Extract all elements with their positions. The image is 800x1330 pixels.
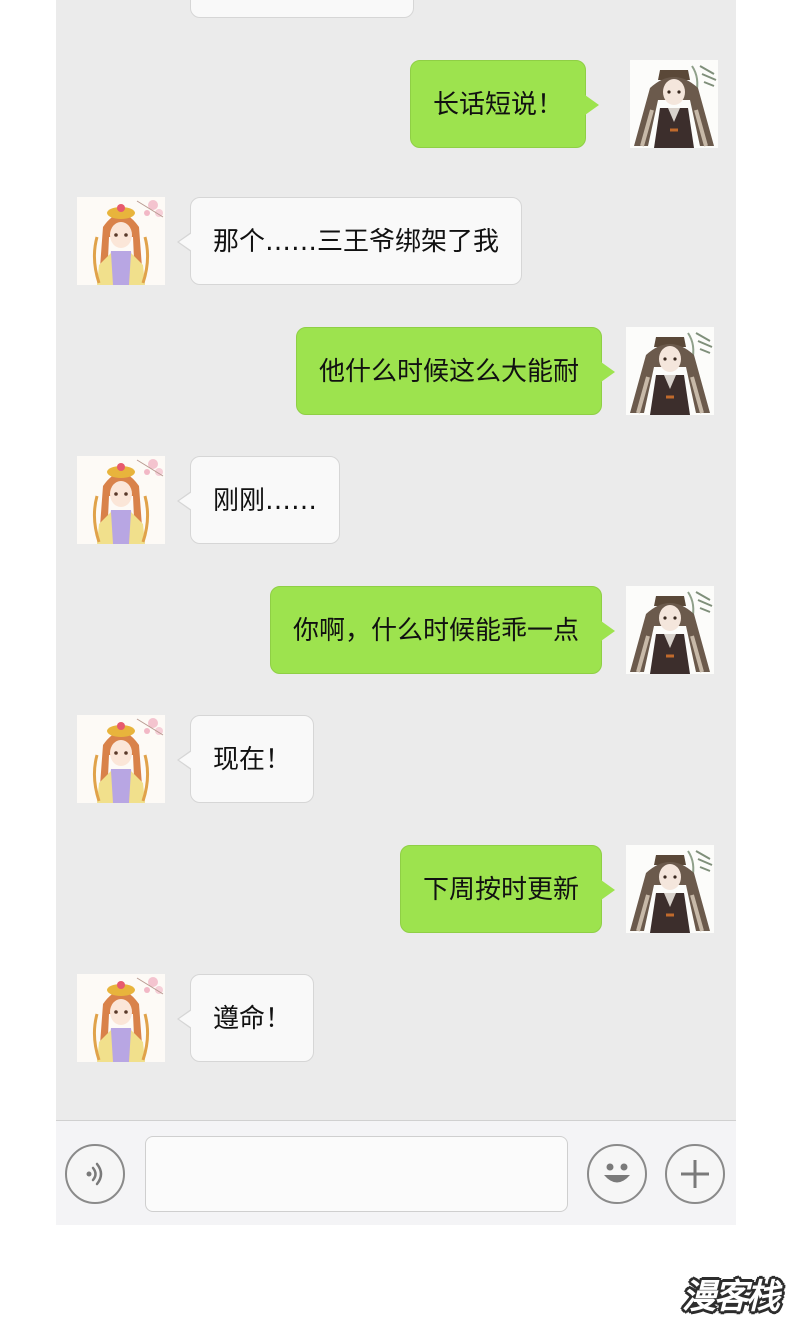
avatar-man-icon[interactable]	[630, 60, 718, 148]
avatar-man-icon[interactable]	[626, 586, 714, 674]
chat-window: 长话短说！ 那个……三王爷绑架了我 他什么时候这么大能耐 刚刚…… 你啊，什么时…	[56, 0, 736, 1225]
plus-button[interactable]	[665, 1144, 725, 1204]
avatar-girl-icon[interactable]	[77, 715, 165, 803]
avatar-girl-icon[interactable]	[77, 456, 165, 544]
watermark-logo: 漫客栈	[668, 1266, 792, 1320]
message-bubble-outgoing[interactable]: 下周按时更新	[399, 845, 616, 933]
avatar-girl-icon[interactable]	[77, 974, 165, 1062]
watermark-text: 漫客栈	[682, 1276, 780, 1317]
avatar-man-icon[interactable]	[626, 327, 714, 415]
avatar-girl-icon[interactable]	[77, 197, 165, 285]
voice-button[interactable]	[65, 1144, 125, 1204]
message-bubble-outgoing[interactable]: 他什么时候这么大能耐	[295, 327, 616, 415]
voice-icon	[86, 1162, 103, 1186]
message-list[interactable]: 长话短说！ 那个……三王爷绑架了我 他什么时候这么大能耐 刚刚…… 你啊，什么时…	[56, 0, 736, 1120]
message-bubble-outgoing[interactable]: 你啊，什么时候能乖一点	[269, 586, 616, 674]
plus-icon	[681, 1160, 709, 1188]
input-toolbar	[56, 1120, 736, 1225]
emoji-button[interactable]	[587, 1144, 647, 1204]
message-bubble-incoming[interactable]	[190, 0, 414, 18]
avatar-man-icon[interactable]	[626, 845, 714, 933]
message-input[interactable]	[145, 1136, 568, 1212]
message-bubble-incoming[interactable]: 刚刚……	[176, 456, 341, 544]
message-bubble-incoming[interactable]: 遵命！	[176, 974, 315, 1062]
message-bubble-outgoing[interactable]: 长话短说！	[410, 60, 600, 148]
message-bubble-incoming[interactable]: 现在！	[176, 715, 315, 803]
message-bubble-incoming[interactable]: 那个……三王爷绑架了我	[176, 197, 523, 285]
emoji-icon	[604, 1163, 630, 1183]
